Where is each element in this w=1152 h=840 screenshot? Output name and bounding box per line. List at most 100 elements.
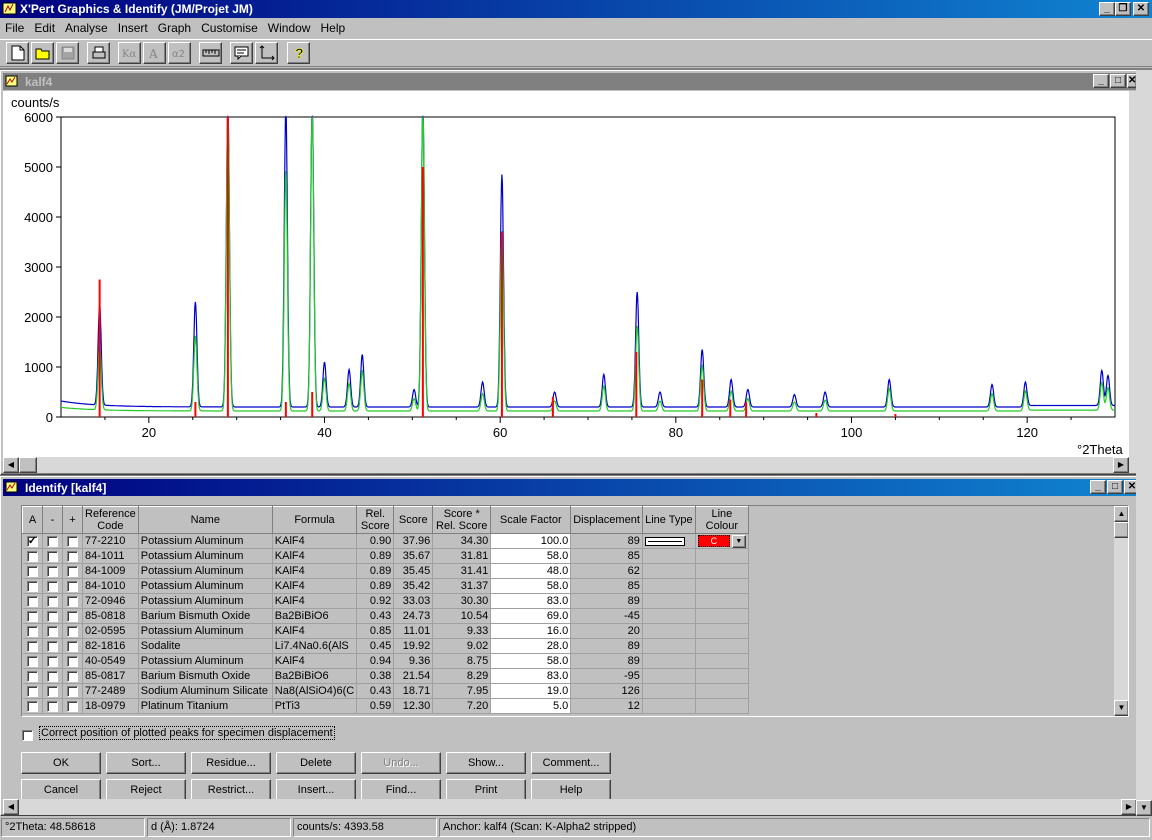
delete-button[interactable]: Delete — [276, 752, 356, 774]
row-checkbox-plus[interactable] — [67, 625, 78, 637]
column-header[interactable]: Formula — [271, 506, 358, 534]
checkbox-cell-a[interactable] — [22, 668, 43, 684]
checkbox-cell-a[interactable] — [22, 653, 43, 669]
row-checkbox-plus[interactable] — [67, 580, 78, 592]
print-icon[interactable] — [87, 42, 110, 64]
menu-help[interactable]: Help — [315, 19, 350, 37]
column-header[interactable]: A — [22, 506, 43, 534]
insert-button[interactable]: Insert... — [276, 779, 356, 801]
checkbox-cell-a[interactable] — [22, 683, 43, 699]
line-type-cell[interactable] — [642, 548, 696, 564]
menu-insert[interactable]: Insert — [113, 19, 153, 37]
line-colour-cell[interactable] — [695, 653, 749, 669]
table-row[interactable]: 84-1009 Potassium Aluminum KAlF4 0.89 35.45 3… — [22, 563, 749, 579]
line-colour-cell[interactable] — [695, 593, 749, 609]
scale-factor-field[interactable]: 5.0 — [490, 698, 572, 714]
scale-factor-field[interactable]: 48.0 — [490, 563, 572, 579]
checkbox-cell-a[interactable] — [22, 533, 43, 549]
row-checkbox-plus[interactable] — [67, 700, 78, 712]
checkbox-cell-minus[interactable] — [42, 623, 63, 639]
row-checkbox-minus[interactable] — [47, 595, 58, 607]
row-checkbox-a[interactable] — [26, 655, 38, 667]
row-checkbox-plus[interactable] — [67, 535, 78, 547]
identify-minimize-button[interactable]: _ — [1090, 480, 1106, 494]
comment-button[interactable]: Comment... — [531, 752, 611, 774]
line-colour-cell[interactable] — [695, 668, 749, 684]
scroll-right-arrow[interactable]: ▶ — [1113, 457, 1129, 473]
alpha2-icon[interactable]: α2 — [168, 42, 191, 64]
column-header[interactable]: Displacement — [570, 506, 643, 534]
menu-edit[interactable]: Edit — [29, 19, 60, 37]
column-header[interactable]: - — [42, 506, 63, 534]
line-type-cell[interactable] — [642, 533, 696, 549]
checkbox-cell-plus[interactable] — [62, 533, 83, 549]
column-header[interactable]: Score — [393, 506, 434, 534]
row-checkbox-minus[interactable] — [47, 625, 58, 637]
table-scroll-up[interactable]: ▲ — [1114, 506, 1128, 522]
new-file-icon[interactable] — [6, 42, 29, 64]
checkbox-cell-plus[interactable] — [62, 683, 83, 699]
scale-factor-field[interactable]: 69.0 — [490, 608, 572, 624]
checkbox-cell-minus[interactable] — [42, 698, 63, 714]
menu-file[interactable]: File — [0, 19, 29, 37]
table-scroll-thumb[interactable] — [1114, 522, 1128, 538]
line-type-cell[interactable] — [642, 563, 696, 579]
checkbox-cell-plus[interactable] — [62, 698, 83, 714]
row-checkbox-minus[interactable] — [47, 535, 58, 547]
row-checkbox-a[interactable] — [26, 565, 38, 577]
row-checkbox-a[interactable] — [26, 640, 38, 652]
row-checkbox-a[interactable] — [26, 580, 38, 592]
checkbox-cell-a[interactable] — [22, 548, 43, 564]
line-colour-cell[interactable] — [695, 683, 749, 699]
scale-factor-field[interactable]: 58.0 — [490, 578, 572, 594]
axes-icon[interactable] — [255, 42, 278, 64]
row-checkbox-plus[interactable] — [67, 640, 78, 652]
checkbox-cell-a[interactable] — [22, 623, 43, 639]
line-colour-cell[interactable] — [695, 638, 749, 654]
menu-customise[interactable]: Customise — [196, 19, 263, 37]
checkbox-cell-minus[interactable] — [42, 608, 63, 624]
scale-factor-field[interactable]: 28.0 — [490, 638, 572, 654]
row-checkbox-minus[interactable] — [47, 670, 58, 682]
identify-horizontal-scrollbar[interactable]: ◀ ▶ — [3, 799, 1137, 815]
menu-analyse[interactable]: Analyse — [60, 19, 113, 37]
row-checkbox-minus[interactable] — [47, 550, 58, 562]
table-row[interactable]: 02-0595 Potassium Aluminum KAlF4 0.85 11.01 9… — [22, 623, 749, 639]
residue-button[interactable]: Residue... — [191, 752, 271, 774]
checkbox-cell-minus[interactable] — [42, 683, 63, 699]
help-button[interactable]: Help — [531, 779, 611, 801]
table-row[interactable]: 82-1816 Sodalite Li7.4Na0.6(AlS 0.45 19.92 9.… — [22, 638, 749, 654]
line-type-cell[interactable] — [642, 623, 696, 639]
checkbox-cell-a[interactable] — [22, 698, 43, 714]
line-colour-swatch[interactable]: C — [697, 535, 730, 547]
checkbox-cell-a[interactable] — [22, 563, 43, 579]
line-type-cell[interactable] — [642, 683, 696, 699]
line-colour-cell[interactable] — [695, 623, 749, 639]
row-checkbox-a[interactable] — [26, 610, 38, 622]
row-checkbox-a[interactable] — [26, 685, 38, 697]
column-header[interactable]: + — [62, 506, 83, 534]
row-checkbox-minus[interactable] — [47, 640, 58, 652]
row-checkbox-plus[interactable] — [67, 655, 78, 667]
ok-button[interactable]: OK — [21, 752, 101, 774]
row-checkbox-minus[interactable] — [47, 700, 58, 712]
row-checkbox-minus[interactable] — [47, 610, 58, 622]
line-type-cell[interactable] — [642, 653, 696, 669]
row-checkbox-plus[interactable] — [67, 685, 78, 697]
table-row[interactable]: 77-2210Potassium AluminumKAlF40.9037.963… — [22, 533, 749, 549]
table-row[interactable]: 84-1011 Potassium Aluminum KAlF4 0.89 35.67 3… — [22, 548, 749, 564]
checkbox-cell-a[interactable] — [22, 608, 43, 624]
table-row[interactable]: 18-0979 Platinum Titanium PtTi3 0.59 12.30 7.… — [22, 698, 749, 714]
checkbox-cell-plus[interactable] — [62, 593, 83, 609]
row-checkbox-a[interactable] — [26, 550, 38, 562]
identify-title-bar[interactable]: Identify [kalf4] _ □ ✕ — [3, 479, 1140, 496]
reject-button[interactable]: Reject — [106, 779, 186, 801]
scale-factor-field[interactable]: 83.0 — [490, 668, 572, 684]
identify-maximize-button[interactable]: □ — [1107, 480, 1123, 494]
scale-factor-field[interactable]: 58.0 — [490, 653, 572, 669]
line-colour-cell[interactable] — [695, 548, 749, 564]
line-type-cell[interactable] — [642, 698, 696, 714]
table-row[interactable]: 84-1010 Potassium Aluminum KAlF4 0.89 35.42 3… — [22, 578, 749, 594]
table-row[interactable]: 85-0817 Barium Bismuth Oxide Ba2BiBiO6 0.38… — [22, 668, 749, 684]
row-checkbox-a[interactable] — [26, 534, 38, 547]
